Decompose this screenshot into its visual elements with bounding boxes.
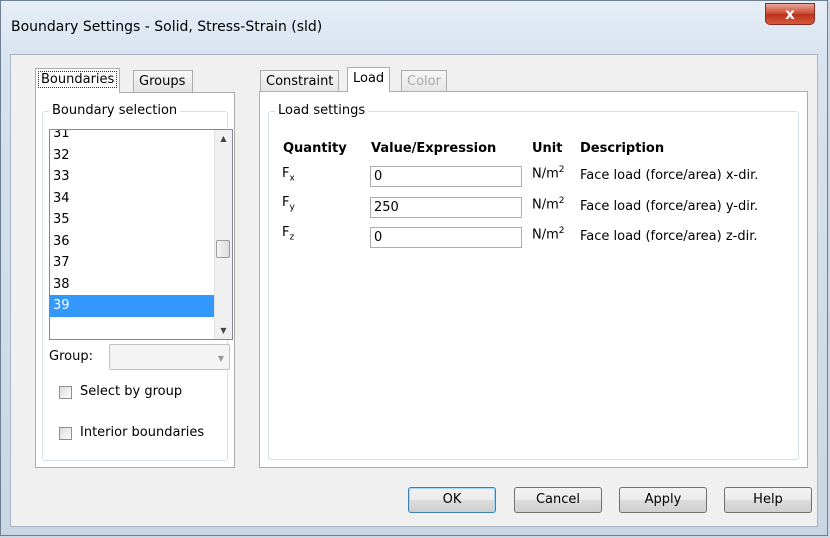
fx-value-input[interactable]: 0 — [370, 166, 522, 187]
load-settings-label: Load settings — [275, 103, 369, 119]
scroll-up-icon[interactable]: ▲ — [215, 130, 232, 147]
window-title: Boundary Settings - Solid, Stress-Strain… — [11, 19, 323, 35]
tab-groups[interactable]: Groups — [133, 70, 193, 92]
description-fx: Face load (force/area) x-dir. — [580, 168, 759, 183]
header-quantity: Quantity — [283, 141, 347, 156]
dialog-body: Boundaries Groups Boundary selection 31 … — [10, 54, 818, 527]
tab-groups-label: Groups — [139, 74, 186, 89]
list-item[interactable]: 37 — [50, 252, 217, 274]
header-unit: Unit — [532, 141, 563, 156]
close-button[interactable]: x — [765, 3, 815, 25]
close-icon: x — [785, 5, 795, 23]
tab-load[interactable]: Load — [347, 67, 391, 92]
ok-button[interactable]: OK — [408, 487, 496, 513]
header-description: Description — [580, 141, 665, 156]
boundary-listbox[interactable]: 31 32 33 34 35 36 37 38 39 ▲ ▼ — [49, 129, 233, 340]
title-bar[interactable]: Boundary Settings - Solid, Stress-Strain… — [1, 1, 827, 53]
select-by-group-checkbox[interactable] — [59, 386, 72, 399]
list-item[interactable]: 31 — [50, 130, 217, 145]
tab-boundaries-label: Boundaries — [37, 71, 118, 88]
tab-color: Color — [401, 70, 447, 92]
group-combo[interactable]: ▼ — [109, 344, 230, 370]
cancel-button[interactable]: Cancel — [514, 487, 602, 513]
tab-constraint[interactable]: Constraint — [260, 70, 340, 92]
unit-fx: N/m2 — [532, 165, 565, 182]
list-item[interactable]: 35 — [50, 209, 217, 231]
help-button[interactable]: Help — [724, 487, 812, 513]
tab-boundaries[interactable]: Boundaries — [35, 68, 121, 93]
tab-load-label: Load — [353, 71, 385, 86]
list-item[interactable]: 38 — [50, 274, 217, 296]
header-value: Value/Expression — [371, 141, 497, 156]
interior-boundaries-label: Interior boundaries — [80, 425, 205, 440]
dialog-window: Boundary Settings - Solid, Stress-Strain… — [0, 0, 828, 536]
quantity-fz: Fz — [282, 225, 295, 243]
list-item[interactable]: 36 — [50, 231, 217, 253]
tab-constraint-label: Constraint — [266, 74, 334, 89]
scroll-thumb[interactable] — [216, 240, 230, 258]
list-item[interactable]: 32 — [50, 145, 217, 167]
apply-button[interactable]: Apply — [619, 487, 707, 513]
tab-color-label: Color — [407, 74, 441, 89]
quantity-fy: Fy — [282, 195, 295, 213]
list-scrollbar[interactable]: ▲ ▼ — [214, 130, 232, 339]
description-fz: Face load (force/area) z-dir. — [580, 229, 758, 244]
group-label: Group: — [49, 349, 93, 364]
unit-fy: N/m2 — [532, 196, 565, 213]
interior-boundaries-checkbox[interactable] — [59, 427, 72, 440]
load-settings-group: Load settings — [268, 103, 799, 460]
quantity-fx: Fx — [282, 166, 295, 184]
chevron-down-icon: ▼ — [217, 354, 224, 363]
fz-value-input[interactable]: 0 — [370, 227, 522, 248]
list-item[interactable]: 33 — [50, 166, 217, 188]
list-item[interactable]: 34 — [50, 188, 217, 210]
description-fy: Face load (force/area) y-dir. — [580, 199, 759, 214]
unit-fz: N/m2 — [532, 226, 565, 243]
select-by-group-label: Select by group — [80, 384, 183, 399]
list-item-selected[interactable]: 39 — [50, 295, 217, 317]
scroll-down-icon[interactable]: ▼ — [215, 322, 232, 339]
fy-value-input[interactable]: 250 — [370, 197, 522, 218]
boundary-selection-label: Boundary selection — [49, 103, 181, 119]
